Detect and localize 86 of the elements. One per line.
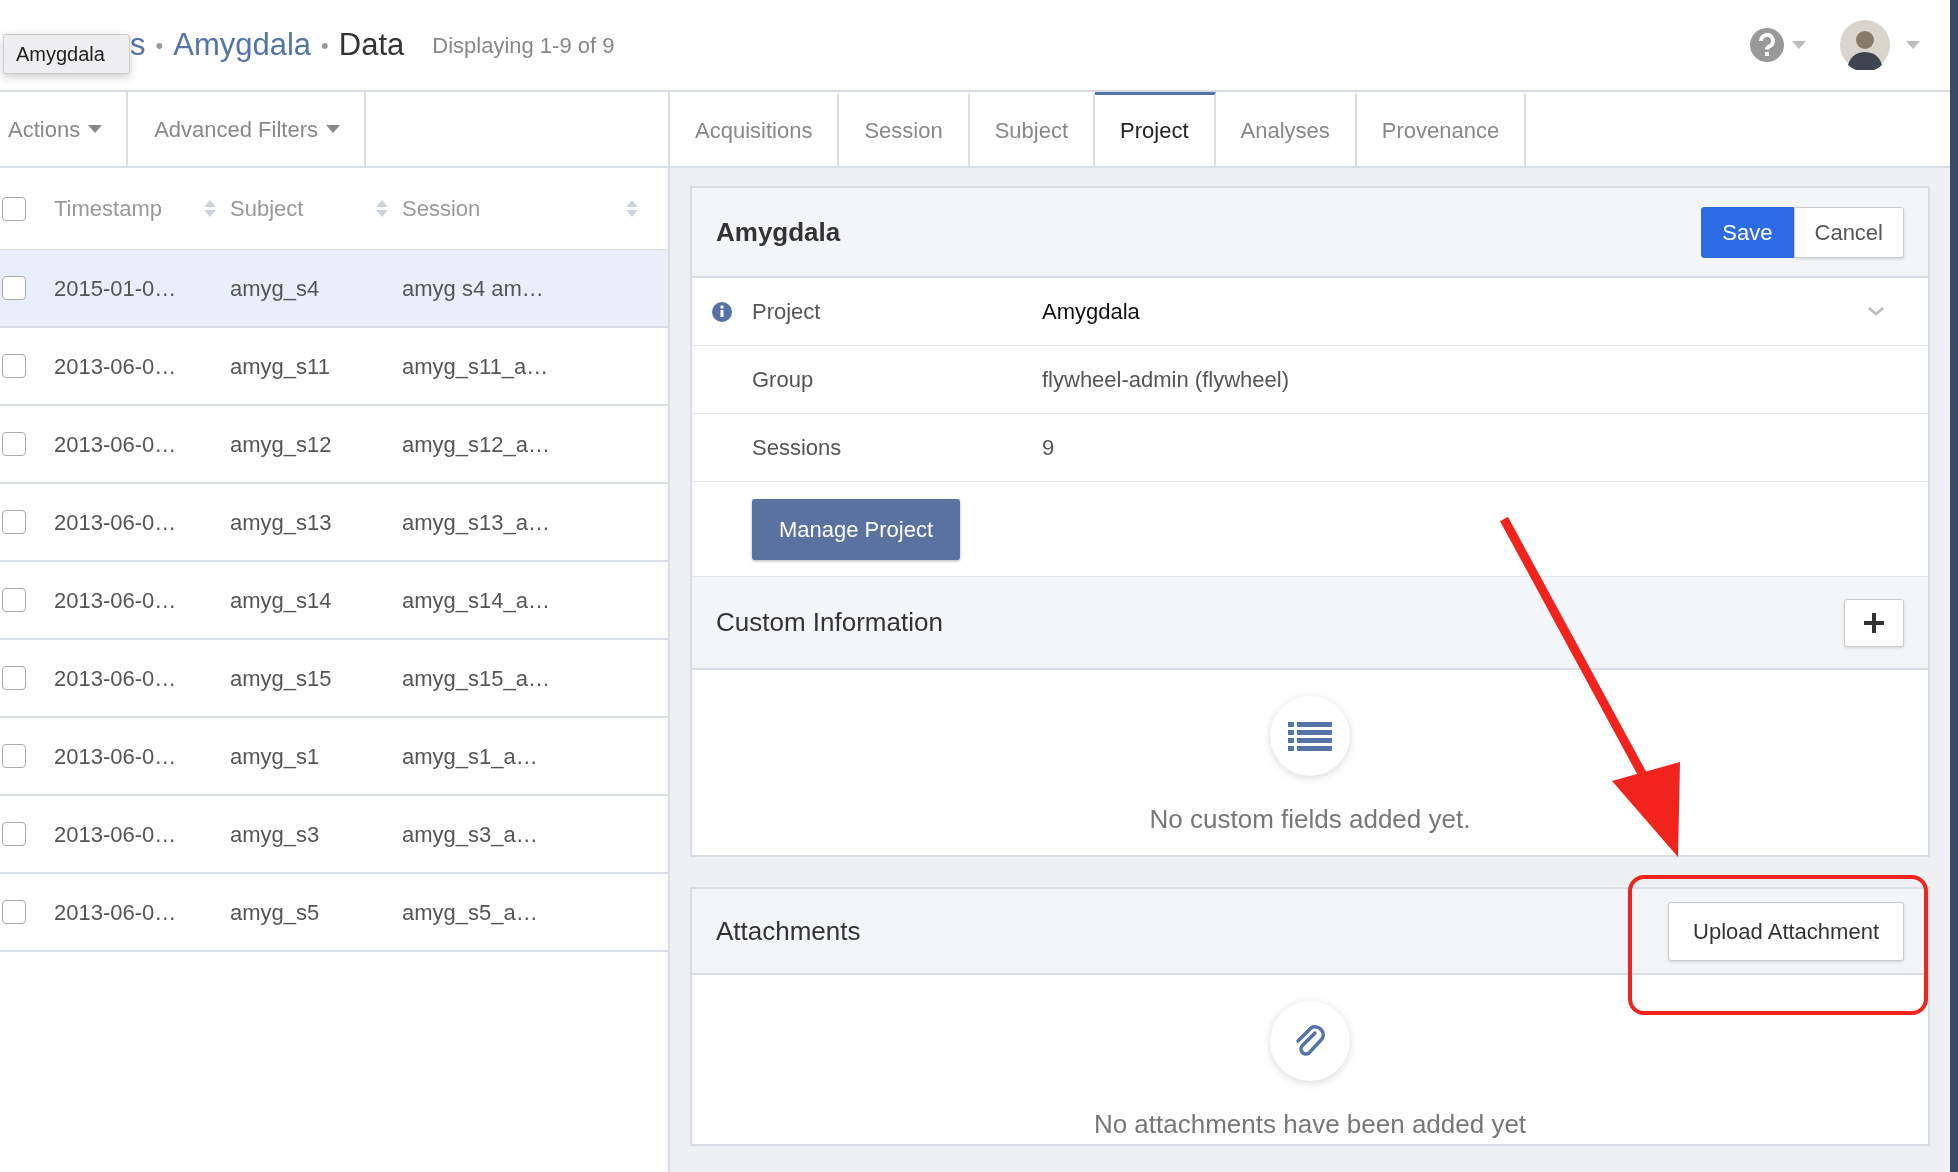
sort-icon[interactable] — [204, 200, 216, 217]
table-row[interactable]: 2015-01-0… amyg_s4 amyg s4 am… — [0, 250, 668, 328]
table-cell: 2013-06-0… — [54, 665, 177, 691]
caret-icon — [326, 125, 340, 133]
table-cell: amyg_s13 — [230, 509, 332, 535]
record-count: Displaying 1-9 of 9 — [432, 31, 615, 60]
table-cell: amyg_s12 — [230, 431, 332, 457]
row-checkbox[interactable] — [2, 900, 26, 924]
save-button[interactable]: Save — [1701, 206, 1794, 258]
table-cell: 2013-06-0… — [54, 587, 177, 613]
table-cell: 2013-06-0… — [54, 899, 177, 925]
row-checkbox[interactable] — [2, 354, 26, 378]
table-cell: amyg_s11 — [230, 353, 330, 379]
table-cell: 2013-06-0… — [54, 743, 177, 769]
field-label: Project — [752, 298, 822, 326]
tab[interactable]: Project — [1095, 92, 1216, 166]
row-checkbox[interactable] — [2, 666, 26, 690]
list-icon — [1288, 721, 1332, 751]
table-cell: amyg_s11_a… — [402, 353, 549, 379]
table-row[interactable]: 2013-06-0… amyg_s15 amyg_s15_a… — [0, 640, 668, 718]
column-header[interactable]: Session — [402, 192, 481, 225]
select-value: Amygdala — [1042, 298, 1140, 326]
sort-icon[interactable] — [626, 200, 638, 217]
table-cell: 2013-06-0… — [54, 431, 177, 457]
field-label: Group — [752, 366, 815, 394]
plus-icon — [1864, 612, 1884, 633]
breadcrumb-link[interactable]: s — [130, 21, 146, 69]
cancel-button[interactable]: Cancel — [1793, 206, 1904, 258]
section-title: Custom Information — [716, 606, 943, 639]
empty-message: No custom fields added yet. — [1149, 803, 1471, 836]
table-row[interactable]: 2013-06-0… amyg_s11 amyg_s11_a… — [0, 328, 668, 406]
add-button[interactable] — [1844, 598, 1904, 647]
field-value: 9 — [1042, 434, 1056, 462]
table-cell: amyg_s5 — [230, 899, 320, 925]
table-row[interactable]: 2013-06-0… amyg_s3 amyg_s3_a… — [0, 796, 668, 874]
table-cell: amyg_s5_a… — [402, 899, 538, 925]
upload-attachment-button[interactable]: Upload Attachment — [1668, 901, 1904, 961]
table-cell: 2015-01-0… — [54, 275, 177, 301]
row-checkbox[interactable] — [2, 510, 26, 534]
table-row[interactable]: 2013-06-0… amyg_s14 amyg_s14_a… — [0, 562, 668, 640]
separator: • — [321, 31, 329, 60]
caret-icon — [1792, 41, 1806, 49]
column-header[interactable]: Subject — [230, 192, 304, 225]
table-row[interactable]: 2013-06-0… amyg_s1 amyg_s1_a… — [0, 718, 668, 796]
table-cell: amyg s4 am… — [402, 275, 544, 301]
table-cell: amyg_s15 — [230, 665, 332, 691]
separator: • — [155, 31, 164, 60]
table-cell: amyg_s14_a… — [402, 587, 550, 613]
section-title: Attachments — [716, 914, 861, 948]
column-header[interactable]: Timestamp — [54, 192, 162, 225]
page-title: Data — [338, 25, 405, 64]
caret-icon — [1906, 41, 1920, 49]
table-cell: 2013-06-0… — [54, 821, 177, 847]
chevron-icon — [1868, 307, 1884, 316]
manage-project-button[interactable]: Manage Project — [752, 498, 961, 560]
help-icon[interactable] — [1750, 28, 1784, 62]
tooltip: Amygdala — [3, 34, 130, 74]
caret-icon — [88, 125, 103, 133]
empty-message: No attachments have been added yet — [1093, 1108, 1527, 1141]
sort-icon[interactable] — [376, 200, 388, 217]
row-checkbox[interactable] — [2, 588, 26, 612]
breadcrumb-link[interactable]: Amygdala — [173, 21, 312, 69]
field-label: Sessions — [752, 434, 843, 462]
table-cell: amyg_s4 — [230, 275, 320, 301]
table-cell: amyg_s1_a… — [402, 743, 538, 769]
table-cell: 2013-06-0… — [54, 509, 177, 535]
project-select[interactable]: Amygdala — [1042, 295, 1928, 328]
table-cell: amyg_s3_a… — [402, 821, 538, 847]
row-checkbox[interactable] — [2, 276, 26, 300]
table-cell: amyg_s13_a… — [402, 509, 550, 535]
select-all-checkbox[interactable] — [2, 196, 26, 221]
table-row[interactable]: 2013-06-0… amyg_s5 amyg_s5_a… — [0, 874, 668, 952]
table-cell: amyg_s15_a… — [402, 665, 550, 691]
table-cell: amyg_s12_a… — [402, 431, 550, 457]
row-checkbox[interactable] — [2, 744, 26, 768]
table-cell: amyg_s14 — [230, 587, 332, 613]
row-checkbox[interactable] — [2, 822, 26, 846]
table-cell: 2013-06-0… — [54, 353, 177, 379]
row-checkbox[interactable] — [2, 432, 26, 456]
card-title: Amygdala — [716, 215, 841, 249]
table-cell: amyg_s1 — [230, 743, 320, 769]
field-value: flywheel-admin (flywheel) — [1042, 366, 1290, 394]
table-row[interactable]: 2013-06-0… amyg_s12 amyg_s12_a… — [0, 406, 668, 484]
table-row[interactable]: 2013-06-0… amyg_s13 amyg_s13_a… — [0, 484, 668, 562]
avatar-icon[interactable] — [1840, 20, 1890, 70]
table-cell: amyg_s3 — [230, 821, 320, 847]
